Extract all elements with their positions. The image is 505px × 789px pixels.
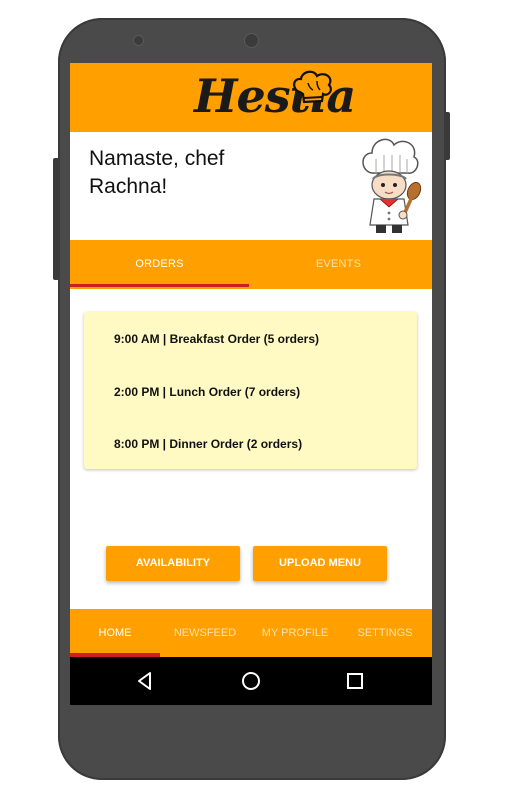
back-button[interactable] (120, 657, 170, 705)
nav-item-my-profile[interactable]: MY PROFILE (250, 609, 340, 657)
power-button (444, 112, 450, 160)
order-item-dinner[interactable]: 8:00 PM | Dinner Order (2 orders) (114, 437, 302, 451)
availability-button[interactable]: AVAILABILITY (106, 546, 240, 581)
top-tabs: ORDERS EVENTS (70, 240, 432, 289)
recents-square-icon (347, 673, 363, 689)
app-screen: Hestia Namaste, chef Rachna! ORDERS EVEN… (70, 63, 432, 705)
nav-item-newsfeed[interactable]: NEWSFEED (160, 609, 250, 657)
upload-menu-button[interactable]: UPLOAD MENU (253, 546, 387, 581)
orders-card: 9:00 AM | Breakfast Order (5 orders) 2:0… (84, 312, 417, 469)
tab-events[interactable]: EVENTS (249, 240, 428, 289)
greeting-text: Namaste, chef Rachna! (89, 145, 224, 201)
recents-button[interactable] (330, 657, 380, 705)
volume-button (53, 158, 59, 280)
home-circle-icon (242, 672, 260, 690)
active-tab-indicator (70, 284, 249, 287)
order-item-breakfast[interactable]: 9:00 AM | Breakfast Order (5 orders) (114, 332, 319, 346)
chef-hat-logo-icon (293, 70, 332, 104)
front-camera (244, 33, 259, 48)
chef-mascot-icon (362, 138, 422, 233)
system-navigation-bar (70, 657, 432, 705)
sensor-dot (133, 35, 144, 46)
greeting-line-2: Rachna! (89, 175, 168, 198)
app-header: Hestia (70, 63, 432, 132)
bottom-nav: HOME NEWSFEED MY PROFILE SETTINGS (70, 609, 432, 657)
tab-orders[interactable]: ORDERS (70, 240, 249, 289)
back-icon (138, 672, 151, 690)
greeting-line-1: Namaste, chef (89, 147, 225, 170)
nav-item-home[interactable]: HOME (70, 609, 160, 657)
order-item-lunch[interactable]: 2:00 PM | Lunch Order (7 orders) (114, 385, 300, 399)
home-button[interactable] (226, 657, 276, 705)
nav-item-settings[interactable]: SETTINGS (340, 609, 430, 657)
